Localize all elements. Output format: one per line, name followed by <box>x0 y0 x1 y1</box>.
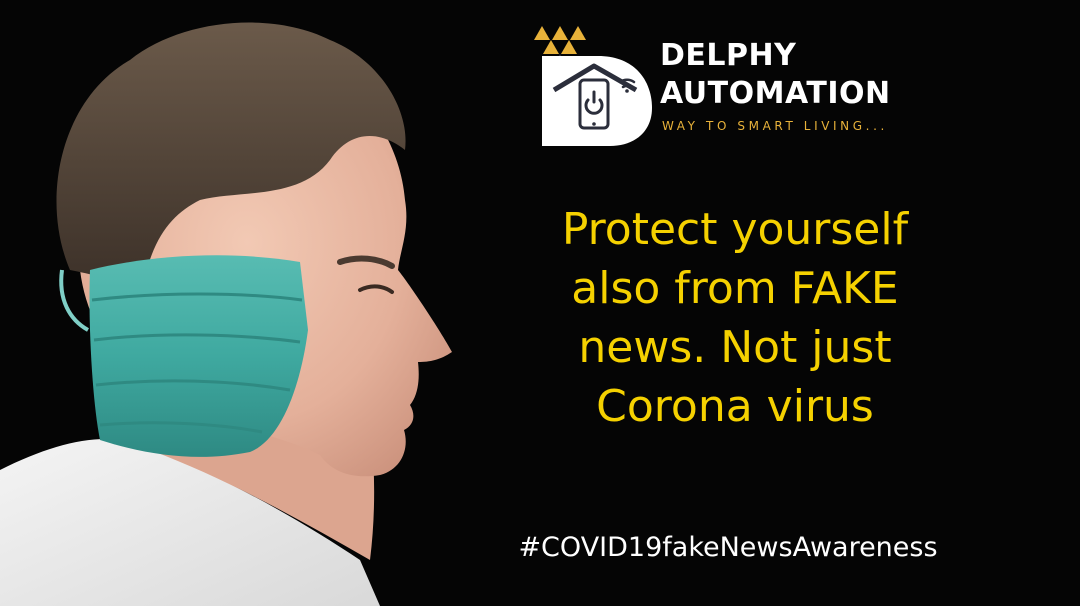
brand-name-line2: AUTOMATION <box>660 76 891 111</box>
hashtag: #COVID19fakeNewsAwareness <box>518 532 938 563</box>
headline-line: Protect yourself <box>561 204 909 255</box>
headline: Protect yourself also from FAKE news. No… <box>470 200 1000 436</box>
headline-line: also from FAKE <box>571 263 899 314</box>
brand-name-line1: DELPHY <box>660 38 797 73</box>
brand-tagline: WAY TO SMART LIVING... <box>662 119 888 133</box>
logo-mark <box>534 26 652 146</box>
headline-line: Corona virus <box>596 381 874 432</box>
delphy-automation-logo: DELPHY AUTOMATION WAY TO SMART LIVING... <box>528 24 948 154</box>
poster: DELPHY AUTOMATION WAY TO SMART LIVING...… <box>0 0 1080 606</box>
surgical-mask <box>59 255 309 457</box>
headline-line: news. Not just <box>578 322 892 373</box>
